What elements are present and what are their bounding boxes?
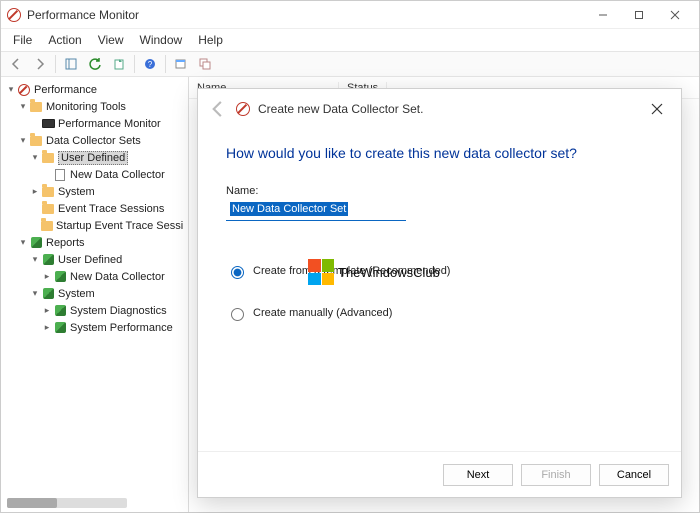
tree-rep-userdef[interactable]: ▾User Defined (3, 251, 186, 268)
dialog-heading: How would you like to create this new da… (226, 145, 653, 161)
dialog-footer: Next Finish Cancel (198, 451, 681, 497)
export-icon[interactable] (108, 54, 130, 74)
menu-file[interactable]: File (5, 31, 40, 49)
tree-root[interactable]: ▾Performance (3, 81, 186, 98)
app-icon (7, 8, 21, 22)
tree-rep-newdc[interactable]: ▸New Data Collector (3, 268, 186, 285)
dialog-breadcrumb: Create new Data Collector Set. (258, 102, 423, 116)
tree-userdef[interactable]: ▾User Defined (3, 149, 186, 166)
back-icon[interactable] (5, 54, 27, 74)
tree-newdc[interactable]: New Data Collector (3, 166, 186, 183)
menu-view[interactable]: View (90, 31, 132, 49)
radio-template-input[interactable] (231, 266, 244, 279)
menubar: File Action View Window Help (1, 29, 699, 51)
maximize-button[interactable] (621, 4, 657, 26)
new-window-icon[interactable] (170, 54, 192, 74)
tree-system[interactable]: ▸System (3, 183, 186, 200)
refresh-icon[interactable] (84, 54, 106, 74)
back-button[interactable] (208, 99, 228, 119)
tree-monitoring[interactable]: ▾Monitoring Tools (3, 98, 186, 115)
wizard-dialog: Create new Data Collector Set. How would… (197, 88, 682, 498)
cascade-icon[interactable] (194, 54, 216, 74)
help-icon[interactable]: ? (139, 54, 161, 74)
tree-dcs[interactable]: ▾Data Collector Sets (3, 132, 186, 149)
name-input[interactable]: New Data Collector Set (226, 201, 406, 221)
dialog-icon (236, 102, 250, 116)
minimize-button[interactable] (585, 4, 621, 26)
tree-rep-sysdiag[interactable]: ▸System Diagnostics (3, 302, 186, 319)
finish-button: Finish (521, 464, 591, 486)
radio-template[interactable]: Create from a template (Recommended) (226, 263, 653, 279)
tree-rep-system[interactable]: ▾System (3, 285, 186, 302)
tree-rep-sysperf[interactable]: ▸System Performance (3, 319, 186, 336)
next-button[interactable]: Next (443, 464, 513, 486)
cancel-button[interactable]: Cancel (599, 464, 669, 486)
dialog-close-button[interactable] (643, 95, 671, 123)
menu-action[interactable]: Action (40, 31, 89, 49)
tree-scrollbar[interactable] (7, 498, 127, 508)
show-hide-tree-icon[interactable] (60, 54, 82, 74)
tree-ets[interactable]: Event Trace Sessions (3, 200, 186, 217)
close-button[interactable] (657, 4, 693, 26)
tree-reports[interactable]: ▾Reports (3, 234, 186, 251)
radio-manual[interactable]: Create manually (Advanced) (226, 305, 653, 321)
menu-help[interactable]: Help (190, 31, 231, 49)
svg-text:?: ? (148, 60, 153, 69)
dialog-body: How would you like to create this new da… (198, 129, 681, 451)
forward-icon[interactable] (29, 54, 51, 74)
titlebar: Performance Monitor (1, 1, 699, 29)
tree-perfmon[interactable]: Performance Monitor (3, 115, 186, 132)
tree-sets[interactable]: Startup Event Trace Sessi (3, 217, 186, 234)
radio-manual-input[interactable] (231, 308, 244, 321)
menu-window[interactable]: Window (132, 31, 191, 49)
window-title: Performance Monitor (27, 8, 139, 22)
name-label: Name: (226, 185, 653, 197)
tree-pane[interactable]: ▾Performance ▾Monitoring Tools Performan… (1, 77, 189, 512)
toolbar: ? (1, 51, 699, 77)
dialog-header: Create new Data Collector Set. (198, 89, 681, 129)
